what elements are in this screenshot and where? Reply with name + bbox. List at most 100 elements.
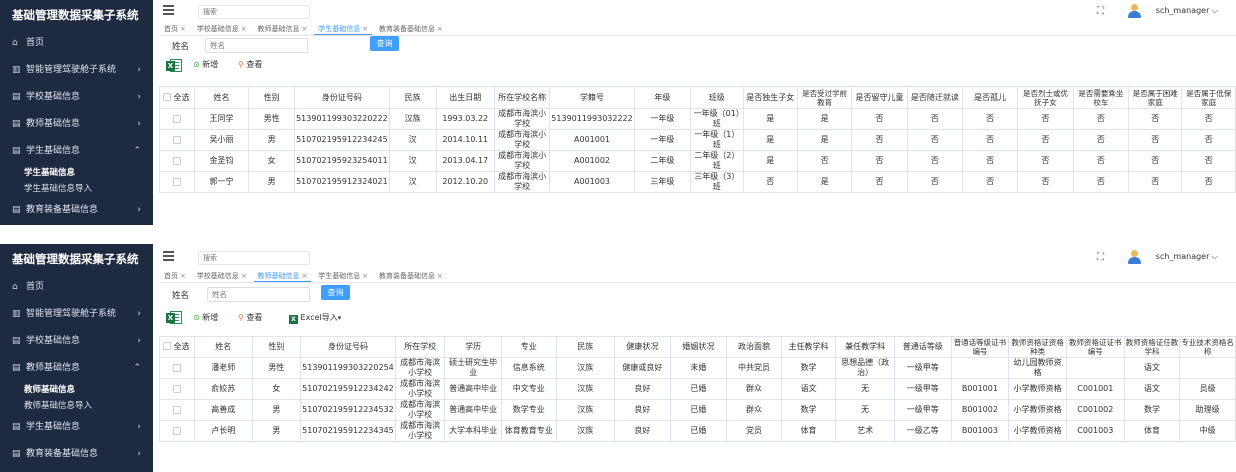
tab-student-info[interactable]: 学生基础信息 × [314,270,372,282]
checkbox[interactable] [172,364,181,372]
checkbox[interactable] [172,178,181,186]
row-select-cell [159,378,195,400]
tab-home[interactable]: 首页 × [160,270,190,282]
fullscreen-icon[interactable]: ⛶ [1097,6,1104,17]
submenu-teacher-info[interactable]: 教师基础信息 [0,382,153,398]
tab-student-info[interactable]: 学生基础信息 × [314,23,373,35]
add-button[interactable]: ⊙ 新增 [193,312,218,323]
fullscreen-icon[interactable]: ⛶ [1097,252,1104,263]
menu-school[interactable]: ▤ 学校基础信息 › [0,84,153,111]
menu-cockpit[interactable]: ▥ 智能管理驾驶舱子系统 › [0,57,153,84]
menu-toggle-icon[interactable] [163,5,174,17]
table-cell: 2012.10.20 [435,171,495,193]
column-header: 兼任教学科 [835,336,895,358]
table-cell: 否 [906,129,964,151]
user-menu[interactable]: sch_manager ⌵ [1156,6,1218,16]
checkbox[interactable] [172,385,181,393]
menu-equipment[interactable]: ▤ 教育装备基础信息 › [0,441,153,468]
tab-equipment-info[interactable]: 教育装备基础信息 × [375,270,447,282]
column-header: 姓名 [193,86,250,109]
close-icon[interactable]: × [302,272,308,280]
close-icon[interactable]: × [302,25,308,33]
checkbox[interactable] [172,157,181,165]
table-row[interactable]: 吴小丽男 510702195912234245 汉 2014.10.11 成都市海滨小学… [159,129,1236,151]
table-cell: 否 [1017,150,1074,172]
table-cell: 语文 [780,378,837,400]
menu-school[interactable]: ▤ 学校基础信息 › [0,328,153,355]
close-icon[interactable]: × [180,25,186,33]
view-button[interactable]: ⚲ 查看 [238,59,262,70]
table-cell: 否 [1181,150,1236,172]
checkbox[interactable] [172,406,181,414]
submenu-student-info[interactable]: 学生基础信息 [0,165,153,181]
table-row[interactable]: 卢长明男 510702195912234345 成都市海滨小学校 大学本科毕业 体育教育… [159,420,1236,442]
caret-down-icon: ▾ [337,314,342,322]
submenu-teacher-import[interactable]: 教师基础信息导入 [0,398,153,414]
select-all-header[interactable]: 全选 [159,336,195,358]
column-header: 性别 [248,86,296,109]
excel-import-button[interactable]: X Excel导入▾ [289,312,341,324]
close-icon[interactable]: × [241,272,247,280]
checkbox[interactable] [172,115,181,123]
user-avatar-icon[interactable] [1128,4,1141,18]
user-menu[interactable]: sch_manager ⌵ [1156,252,1218,262]
menu-toggle-icon[interactable] [163,251,174,263]
checkbox[interactable] [163,342,171,350]
checkbox[interactable] [172,136,181,144]
table-cell: 成都市海滨小学校 [493,108,551,130]
name-filter-input[interactable] [207,287,310,302]
table-row[interactable]: 潘老师 男性 513901199303220254 成都市海滨小学校 硕士研究生毕业 信息… [159,357,1236,379]
table-cell: 5139011993032222 [549,108,635,130]
checkbox[interactable] [163,92,171,101]
table-cell: 女 [251,378,302,400]
select-all-header[interactable]: 全选 [159,86,195,109]
close-icon[interactable]: × [362,272,368,280]
close-icon[interactable]: × [437,25,443,33]
tab-teacher-info[interactable]: 教师基础信息 × [253,270,312,282]
menu-student[interactable]: ▤ 学生基础信息 ⌃ [0,138,153,165]
table-row[interactable]: 王同学 男性 513901199303220222 汉族 1993.03.22 成都市海滨… [159,108,1236,130]
submenu-student-import[interactable]: 学生基础信息导入 [0,181,153,197]
tab-bar: 首页 × 学校基础信息 × 教师基础信息 × 学生基础信息 × 教育装备基础信息 × [160,23,1236,36]
table-cell: 否 [906,150,964,172]
menu-home[interactable]: ⌂ 首页 [0,274,153,301]
table-cell: 否 [796,150,853,172]
menu-teacher[interactable]: ▤ 教师基础信息 ⌃ [0,355,153,382]
query-button[interactable]: 查询 [321,285,350,300]
menu-cockpit[interactable]: ▥ 智能管理驾驶舱子系统 › [0,301,153,328]
query-button[interactable]: 查询 [370,36,399,51]
tab-equipment-info[interactable]: 教育装备基础信息 × [375,23,447,35]
table-cell: 汉 [388,129,437,151]
table-cell: 良好 [614,420,671,442]
table-cell: 一年级 [633,129,692,151]
table-row[interactable]: 郭一宁男 510702195912324021 汉 2012.10.20 成都市海滨小学… [159,171,1236,193]
table-row[interactable]: 金圣钧女 510702195923254011 汉 2013.04.17 成都市海滨小学… [159,150,1236,172]
excel-export-icon[interactable]: X [166,58,183,73]
table-row[interactable]: 俞姣苏女 510702195912234242 成都市海滨小学校 普通高中毕业 中文专业… [159,378,1236,400]
search-input[interactable] [198,251,310,265]
close-icon[interactable]: × [362,25,368,33]
name-filter-input[interactable] [205,38,308,53]
user-avatar-icon[interactable] [1128,250,1141,264]
tab-school-info[interactable]: 学校基础信息 × [193,270,251,282]
checkbox[interactable] [172,427,181,435]
close-icon[interactable]: × [437,272,443,280]
menu-student[interactable]: ▤ 学生基础信息 › [0,414,153,441]
tab-teacher-info[interactable]: 教师基础信息 × [254,23,312,35]
menu-home[interactable]: ⌂ 首页 [0,30,153,57]
table-cell: 中级 [1179,420,1236,442]
table-row[interactable]: 高善成男 510702195912234532 成都市海滨小学校 普通高中毕业 数学专业… [159,399,1236,421]
close-icon[interactable]: × [241,25,247,33]
search-input[interactable] [198,5,310,19]
menu-teacher[interactable]: ▤ 教师基础信息 › [0,111,153,138]
table-cell: 是 [796,129,853,151]
menu-equipment[interactable]: ▤ 教育装备基础信息 › [0,197,153,224]
excel-export-icon[interactable]: X [166,310,183,325]
tab-school-info[interactable]: 学校基础信息 × [193,23,251,35]
tab-bar: 首页 × 学校基础信息 × 教师基础信息 × 学生基础信息 × 教育装备基础信息 × [160,270,1236,283]
view-button[interactable]: ⚲ 查看 [238,312,262,323]
close-icon[interactable]: × [180,272,186,280]
column-header: 身份证号码 [294,86,390,109]
add-button[interactable]: ⊙ 新增 [193,59,218,70]
tab-home[interactable]: 首页 × [160,23,190,35]
